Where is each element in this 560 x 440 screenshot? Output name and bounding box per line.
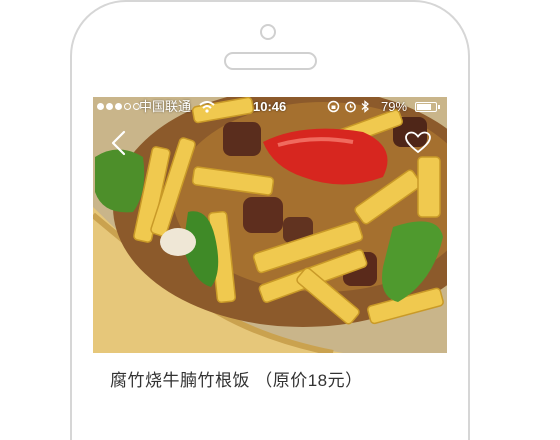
battery-fill bbox=[417, 104, 431, 110]
status-bar: 中国联通 10:46 79% bbox=[93, 97, 447, 117]
wifi-icon bbox=[199, 101, 215, 113]
chevron-left-icon[interactable] bbox=[107, 129, 131, 157]
earpiece-speaker bbox=[224, 52, 317, 70]
alarm-icon bbox=[345, 101, 356, 113]
battery-icon bbox=[415, 102, 437, 112]
dish-title: 腐竹烧牛腩竹根饭 （原价18元） bbox=[110, 371, 363, 390]
signal-strength-icon bbox=[97, 103, 140, 110]
status-time: 10:46 bbox=[253, 99, 287, 114]
battery-cap bbox=[438, 105, 440, 109]
orientation-lock-icon bbox=[327, 100, 340, 113]
heart-outline-icon[interactable] bbox=[405, 131, 431, 155]
bluetooth-icon bbox=[361, 100, 369, 113]
front-camera bbox=[260, 24, 276, 40]
dish-detail-screen: 中国联通 10:46 79% bbox=[93, 97, 447, 353]
battery-percent: 79% bbox=[381, 99, 408, 114]
carrier-name: 中国联通 bbox=[139, 99, 192, 114]
food-photo bbox=[93, 97, 447, 353]
